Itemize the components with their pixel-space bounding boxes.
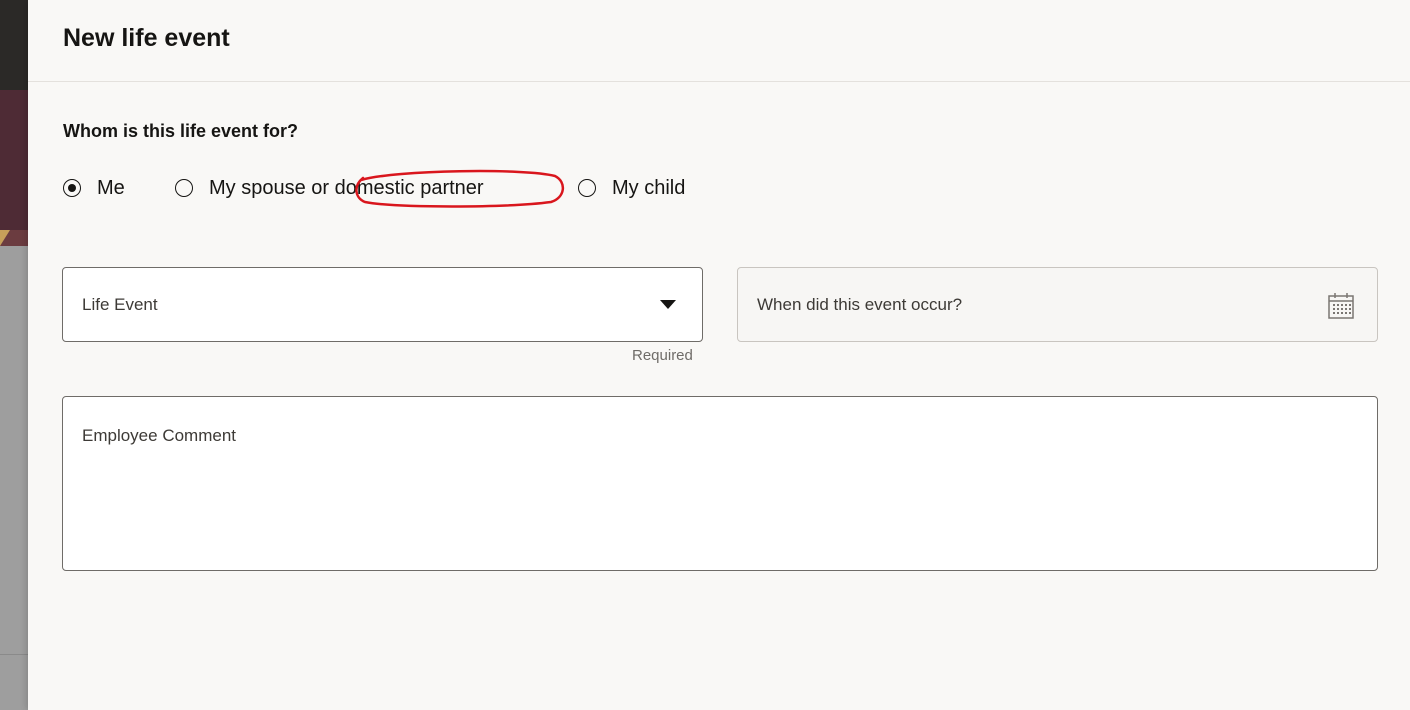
- drawer-title: New life event: [63, 24, 230, 52]
- event-date-input[interactable]: When did this event occur?: [737, 267, 1378, 342]
- calendar-icon[interactable]: [1325, 290, 1357, 322]
- radio-label-spouse: My spouse or domestic partner: [209, 176, 484, 199]
- background-header-band: [0, 0, 28, 90]
- radio-option-me[interactable]: Me: [63, 176, 125, 200]
- drawer-header: New life event: [28, 0, 1410, 82]
- radio-button-checked[interactable]: [63, 179, 81, 197]
- employee-comment-label: Employee Comment: [82, 426, 237, 445]
- new-life-event-drawer: New life event Whom is this life event f…: [28, 0, 1410, 710]
- background-divider: [0, 654, 28, 655]
- background-overlay: [0, 246, 28, 710]
- background-banner-band: [0, 90, 28, 230]
- chevron-down-icon[interactable]: [660, 300, 676, 309]
- background-accent-triangle: [0, 230, 10, 246]
- radio-label-child: My child: [612, 176, 686, 199]
- radio-button[interactable]: [175, 179, 193, 197]
- life-event-label: Life Event: [82, 295, 158, 314]
- employee-comment-textarea[interactable]: Employee Comment: [62, 396, 1378, 571]
- life-event-select[interactable]: Life Event: [62, 267, 703, 342]
- recipient-question: Whom is this life event for?: [63, 121, 299, 141]
- event-date-label: When did this event occur?: [757, 295, 963, 314]
- radio-option-child[interactable]: My child: [578, 176, 685, 200]
- required-helper-text: Required: [632, 347, 693, 364]
- radio-option-spouse[interactable]: My spouse or domestic partner: [175, 176, 484, 200]
- background-page-strip: [0, 0, 28, 710]
- radio-label-me: Me: [97, 176, 125, 199]
- radio-button[interactable]: [578, 179, 596, 197]
